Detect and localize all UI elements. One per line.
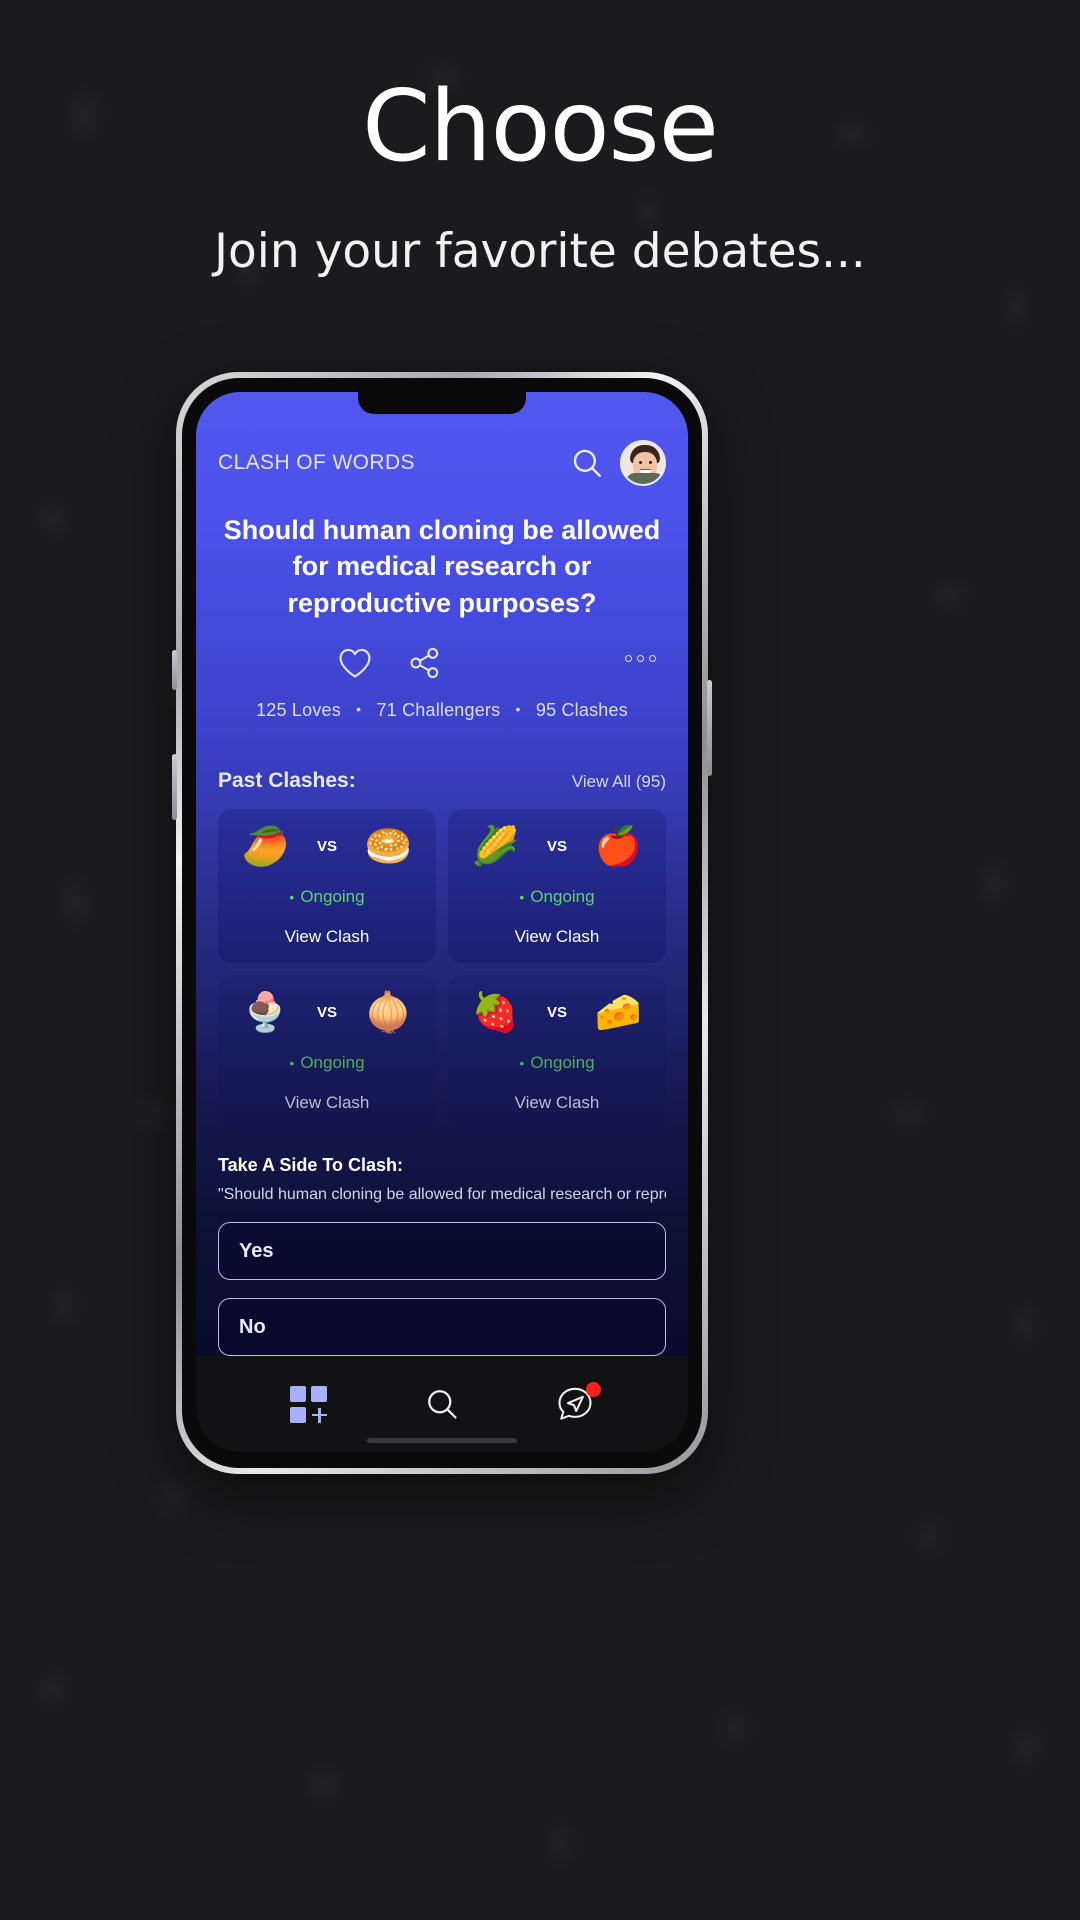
header-actions [570, 440, 666, 486]
share-icon[interactable] [408, 646, 442, 680]
clash-right-emoji: 🍎 [594, 824, 643, 868]
status-dot-icon: • [519, 1055, 525, 1071]
nav-item-create[interactable] [279, 1378, 339, 1430]
clash-status: • Ongoing [228, 887, 426, 907]
silent-switch[interactable] [172, 650, 177, 690]
view-clash-button[interactable]: View Clash [228, 1093, 426, 1113]
clash-grid: 🥭 VS 🥯 • Ongoing View Clash 🌽 VS 🍎 • Ong… [218, 809, 666, 1129]
search-icon[interactable] [570, 446, 604, 480]
app-brand: CLASH OF WORDS [218, 451, 415, 474]
stat-separator: • [515, 701, 521, 717]
phone-body: CLASH OF WORDS Should human cloning be a… [182, 378, 702, 1468]
debate-question: Should human cloning be allowed for medi… [223, 515, 661, 618]
option-yes-button[interactable]: Yes [218, 1222, 666, 1280]
more-dot [625, 655, 632, 663]
debate-stats: 125 Loves • 71 Challengers • 95 Clashes [196, 700, 688, 721]
option-no-button[interactable]: No [218, 1298, 666, 1356]
page-title: Choose [362, 70, 719, 184]
grid-square [311, 1385, 328, 1402]
nav-item-search[interactable] [412, 1378, 472, 1430]
phone-screen: CLASH OF WORDS Should human cloning be a… [196, 392, 688, 1452]
home-indicator [367, 1438, 517, 1443]
promo-headline: Choose Join your favorite debates... [0, 0, 1080, 279]
action-row [222, 645, 662, 680]
stat-separator: • [356, 701, 362, 717]
clash-card[interactable]: 🥭 VS 🥯 • Ongoing View Clash [218, 809, 436, 963]
stat-clashes: 95 Clashes [535, 700, 628, 720]
clash-matchup: 🥭 VS 🥯 [228, 827, 426, 865]
past-clashes-title: Past Clashes: [218, 769, 356, 792]
take-a-side-title: Take A Side To Clash: [218, 1155, 404, 1175]
more-options-icon[interactable] [625, 655, 656, 663]
clash-vs-label: VS [316, 837, 337, 855]
clash-status: • Ongoing [228, 1053, 426, 1073]
phone-frame: CLASH OF WORDS Should human cloning be a… [172, 372, 712, 1474]
view-clash-button[interactable]: View Clash [458, 1093, 656, 1113]
grid-square [290, 1385, 307, 1402]
clash-matchup: 🍨 VS 🧅 [228, 993, 426, 1031]
clash-status: • Ongoing [458, 887, 656, 907]
status-dot-icon: • [289, 889, 295, 905]
avatar-eye-left [639, 461, 642, 464]
take-a-side-section: Take A Side To Clash: "Should human clon… [218, 1155, 666, 1356]
view-clash-button[interactable]: View Clash [458, 927, 656, 947]
plus-glyph [311, 1407, 327, 1423]
clash-vs-label: VS [546, 837, 567, 855]
clash-card[interactable]: 🍨 VS 🧅 • Ongoing View Clash [218, 975, 436, 1129]
clash-left-emoji: 🌽 [471, 824, 520, 868]
search-icon [428, 1390, 457, 1419]
stat-loves: 125 Loves [256, 700, 341, 720]
clash-left-emoji: 🥭 [241, 824, 290, 868]
stat-challengers: 71 Challengers [376, 700, 501, 720]
view-clash-button[interactable]: View Clash [228, 927, 426, 947]
view-all-link[interactable]: View All (95) [572, 772, 666, 792]
clash-card[interactable]: 🌽 VS 🍎 • Ongoing View Clash [448, 809, 666, 963]
power-button[interactable] [707, 680, 712, 776]
clash-status-label: Ongoing [530, 1053, 595, 1072]
take-a-side-quote: "Should human cloning be allowed for med… [218, 1186, 666, 1203]
notification-badge [586, 1382, 602, 1397]
clash-status-label: Ongoing [300, 887, 365, 906]
volume-button[interactable] [172, 754, 177, 820]
page-subtitle: Join your favorite debates... [214, 223, 866, 279]
past-clashes-header: Past Clashes: View All (95) [218, 769, 666, 793]
avatar-shirt [626, 473, 664, 484]
clash-matchup: 🌽 VS 🍎 [458, 827, 656, 865]
clash-card[interactable]: 🍓 VS 🧀 • Ongoing View Clash [448, 975, 666, 1129]
more-dot [637, 655, 644, 663]
app-content: CLASH OF WORDS Should human cloning be a… [196, 392, 688, 1356]
clash-left-emoji: 🍓 [471, 990, 520, 1034]
more-dot [649, 655, 656, 663]
clash-vs-label: VS [546, 1003, 567, 1021]
clash-vs-label: VS [316, 1003, 337, 1021]
avatar[interactable] [620, 440, 666, 486]
clash-right-emoji: 🧀 [594, 990, 643, 1034]
clash-status: • Ongoing [458, 1053, 656, 1073]
clash-status-label: Ongoing [530, 887, 595, 906]
heart-icon[interactable] [338, 647, 372, 679]
clash-matchup: 🍓 VS 🧀 [458, 993, 656, 1031]
avatar-eye-right [649, 461, 652, 464]
grid-plus-icon [290, 1385, 328, 1423]
status-dot-icon: • [289, 1055, 295, 1071]
nav-item-messages[interactable] [545, 1378, 605, 1430]
clash-right-emoji: 🥯 [364, 824, 413, 868]
grid-square [290, 1406, 307, 1423]
phone-notch [358, 392, 526, 414]
clash-right-emoji: 🧅 [364, 990, 413, 1034]
clash-status-label: Ongoing [300, 1053, 365, 1072]
status-dot-icon: • [519, 889, 525, 905]
clash-left-emoji: 🍨 [241, 990, 290, 1034]
